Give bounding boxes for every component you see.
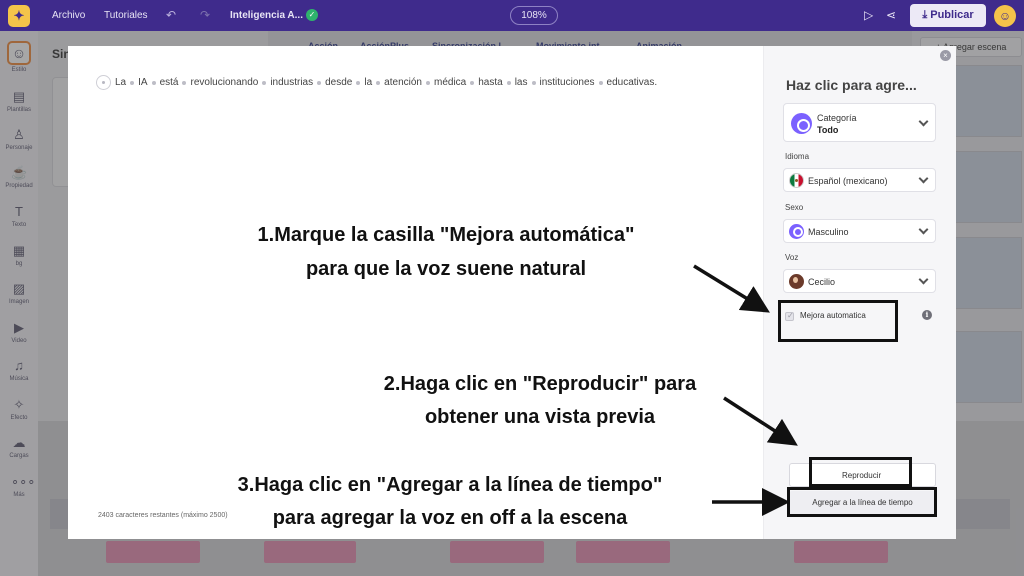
- pause-dot[interactable]: [356, 80, 361, 85]
- voice-select[interactable]: Cecilio: [783, 269, 936, 293]
- publish-label: Publicar: [930, 9, 974, 21]
- step2-line1: 2.Haga clic en "Reproducir" para: [383, 373, 697, 395]
- menu-tutorials[interactable]: Tutoriales: [104, 10, 148, 21]
- zoom-level[interactable]: 108%: [510, 6, 558, 25]
- step1-line2: para que la voz suene natural: [305, 258, 587, 280]
- pause-dot[interactable]: [425, 80, 430, 85]
- info-icon[interactable]: i: [922, 310, 932, 320]
- pause-dot[interactable]: [376, 80, 381, 85]
- chevron-down-icon: [918, 173, 929, 184]
- male-icon: [789, 224, 804, 239]
- chevron-down-icon: [918, 224, 929, 235]
- voice-panel-title: Haz clic para agre...: [786, 77, 917, 93]
- script-word: médica: [433, 77, 467, 88]
- step2-line2: obtener una vista previa: [424, 406, 656, 428]
- language-value: Español (mexicano): [808, 176, 888, 186]
- highlight-add-timeline-button: [787, 487, 937, 517]
- undo-icon[interactable]: ↶: [166, 8, 176, 22]
- step3-line1: 3.Haga clic en "Agregar a la línea de ti…: [237, 474, 663, 496]
- pause-dot[interactable]: [598, 80, 603, 85]
- script-word: industrias: [270, 77, 314, 88]
- script-word: atención: [384, 77, 422, 88]
- voice-value: Cecilio: [808, 277, 836, 287]
- script-editor[interactable]: La IA está revolucionando industrias desde la a…: [68, 46, 763, 539]
- category-select[interactable]: Categoría Todo: [783, 103, 936, 142]
- pause-dot[interactable]: [531, 80, 536, 85]
- top-bar: ✦ Archivo Tutoriales ↶ ↷ Inteligencia A.…: [0, 0, 1024, 31]
- saved-check-icon: ✓: [306, 9, 318, 21]
- highlight-auto-enhance: [778, 300, 898, 342]
- redo-icon[interactable]: ↷: [200, 8, 210, 22]
- pause-dot[interactable]: [130, 80, 135, 85]
- script-word: IA: [138, 77, 148, 88]
- user-avatar[interactable]: ☺: [994, 5, 1016, 27]
- script-word: revolucionando: [190, 77, 259, 88]
- publish-button[interactable]: ⤓ Publicar: [910, 4, 986, 27]
- menu-file[interactable]: Archivo: [52, 10, 85, 21]
- chevron-down-icon: [918, 116, 929, 127]
- gender-value: Masculino: [808, 227, 849, 237]
- script-word: las: [514, 77, 528, 88]
- soundwave-icon: [791, 113, 812, 134]
- project-name[interactable]: Inteligencia A...: [230, 10, 303, 21]
- app-logo[interactable]: ✦: [8, 5, 30, 27]
- pause-dot[interactable]: [151, 80, 156, 85]
- category-value: Todo: [817, 125, 839, 135]
- script-word: La: [115, 77, 127, 88]
- script-word: la: [364, 77, 373, 88]
- voice-avatar-icon: [789, 274, 804, 289]
- script-word: está: [159, 77, 179, 88]
- gender-label: Sexo: [785, 203, 804, 212]
- chevron-down-icon: [918, 274, 929, 285]
- mexico-flag-icon: [789, 173, 804, 188]
- close-icon[interactable]: ×: [940, 50, 951, 61]
- step1-line1: 1.Marque la casilla "Mejora automática": [257, 224, 635, 246]
- script-word: educativas.: [606, 77, 658, 88]
- category-label: Categoría: [817, 113, 857, 123]
- pause-dot[interactable]: [470, 80, 475, 85]
- pause-dot[interactable]: [182, 80, 187, 85]
- script-word: hasta: [478, 77, 503, 88]
- pause-dot[interactable]: [506, 80, 511, 85]
- step3-line2: para agregar la voz en off a la escena: [272, 507, 628, 529]
- share-icon[interactable]: ⋖: [886, 8, 896, 22]
- highlight-play-button: [809, 457, 912, 487]
- language-label: Idioma: [785, 152, 810, 161]
- pause-dot[interactable]: [262, 80, 267, 85]
- speaker-icon[interactable]: [96, 75, 111, 90]
- pause-dot[interactable]: [317, 80, 322, 85]
- preview-play-icon[interactable]: ▷: [864, 8, 873, 22]
- language-select[interactable]: Español (mexicano): [783, 168, 936, 192]
- voice-label: Voz: [785, 253, 799, 262]
- gender-select[interactable]: Masculino: [783, 219, 936, 243]
- script-word: desde: [325, 77, 353, 88]
- script-word: instituciones: [539, 77, 595, 88]
- script-text[interactable]: La IA está revolucionando industrias desde la a…: [96, 75, 657, 91]
